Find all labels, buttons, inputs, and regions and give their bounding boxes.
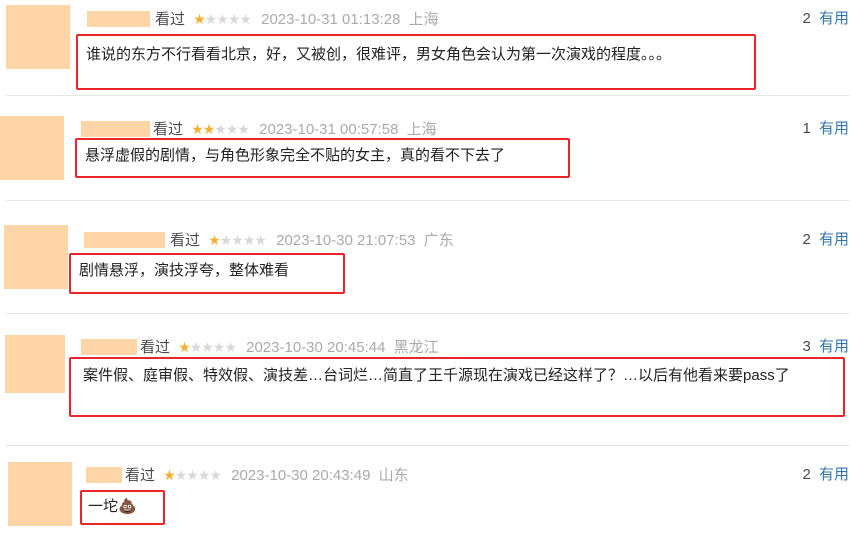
- username-mask[interactable]: [87, 11, 150, 27]
- comment-content-highlight: 谁说的东方不行看看北京，好，又被创，很难评，男女角色会认为第一次演戏的程度。。。: [76, 34, 756, 90]
- watch-status: 看过: [140, 339, 171, 356]
- comment-meta: 看过 ★★★★★ 2023-10-31 00:57:58 上海: [153, 119, 437, 140]
- useful-button[interactable]: 有用: [819, 466, 849, 483]
- comment-time: 2023-10-30 20:43:49: [231, 467, 371, 484]
- comment-location: 黑龙江: [393, 339, 439, 356]
- rating-stars: ★★★★★: [191, 121, 250, 137]
- comment-content-highlight: 一坨💩: [80, 490, 165, 525]
- comment-location: 山东: [378, 467, 409, 484]
- comment-time: 2023-10-31 00:57:58: [259, 121, 399, 138]
- comment-text: 案件假、庭审假、特效假、演技差…台词烂…简直了王千源现在演戏已经这样了？…以后有…: [83, 367, 790, 384]
- comment-item: 看过 ★★★★★ 2023-10-30 20:45:44 黑龙江 3 有用 案件…: [0, 313, 853, 446]
- username-mask[interactable]: [81, 121, 150, 137]
- rating-stars: ★★★★★: [208, 232, 267, 248]
- comment-text: 剧情悬浮，演技浮夸，整体难看: [79, 262, 290, 279]
- comment-meta: 看过 ★★★★★ 2023-10-30 20:45:44 黑龙江: [140, 337, 439, 358]
- comment-time: 2023-10-30 21:07:53: [276, 232, 416, 249]
- useful-button[interactable]: 有用: [819, 120, 849, 137]
- rating-stars: ★★★★★: [178, 339, 237, 355]
- comment-text: 谁说的东方不行看看北京，好，又被创，很难评，男女角色会认为第一次演戏的程度。。。: [86, 46, 672, 63]
- useful-button[interactable]: 有用: [819, 338, 849, 355]
- watch-status: 看过: [153, 121, 184, 138]
- useful-button[interactable]: 有用: [819, 231, 849, 248]
- useful-count: 2: [802, 466, 811, 483]
- comment-time: 2023-10-31 01:13:28: [261, 11, 401, 28]
- useful-vote: 2 有用: [802, 465, 849, 485]
- username-mask[interactable]: [84, 232, 165, 248]
- comment-time: 2023-10-30 20:45:44: [246, 339, 386, 356]
- comment-content-highlight: 悬浮虚假的剧情，与角色形象完全不贴的女主，真的看不下去了: [75, 138, 570, 178]
- username-mask[interactable]: [86, 467, 122, 483]
- avatar[interactable]: [4, 225, 68, 289]
- useful-vote: 3 有用: [802, 337, 849, 357]
- comment-location: 上海: [406, 121, 437, 138]
- comment-meta: 看过 ★★★★★ 2023-10-31 01:13:28 上海: [155, 9, 439, 30]
- useful-count: 2: [802, 231, 811, 248]
- comment-item: 看过 ★★★★★ 2023-10-31 01:13:28 上海 2 有用 谁说的…: [0, 0, 853, 96]
- comment-item: 看过 ★★★★★ 2023-10-30 21:07:53 广东 2 有用 剧情悬…: [0, 200, 853, 314]
- avatar[interactable]: [6, 5, 70, 69]
- useful-count: 2: [802, 10, 811, 27]
- comment-item: 看过 ★★★★★ 2023-10-31 00:57:58 上海 1 有用 悬浮虚…: [0, 96, 853, 201]
- useful-vote: 2 有用: [802, 9, 849, 29]
- useful-button[interactable]: 有用: [819, 10, 849, 27]
- comment-text: 一坨: [88, 498, 119, 515]
- avatar[interactable]: [8, 462, 72, 526]
- username-mask[interactable]: [81, 339, 137, 355]
- comment-content-highlight: 案件假、庭审假、特效假、演技差…台词烂…简直了王千源现在演戏已经这样了？…以后有…: [69, 357, 845, 417]
- useful-vote: 2 有用: [802, 230, 849, 250]
- rating-stars: ★★★★★: [163, 467, 222, 483]
- avatar[interactable]: [0, 116, 64, 180]
- useful-count: 1: [802, 120, 811, 137]
- watch-status: 看过: [155, 11, 186, 28]
- comment-item: 看过 ★★★★★ 2023-10-30 20:43:49 山东 2 有用 一坨💩: [0, 445, 853, 545]
- useful-vote: 1 有用: [802, 119, 849, 139]
- comment-location: 广东: [423, 232, 454, 249]
- comment-meta: 看过 ★★★★★ 2023-10-30 21:07:53 广东: [170, 230, 454, 251]
- comment-text: 悬浮虚假的剧情，与角色形象完全不贴的女主，真的看不下去了: [85, 147, 506, 164]
- comment-content-highlight: 剧情悬浮，演技浮夸，整体难看: [69, 253, 345, 294]
- watch-status: 看过: [125, 467, 156, 484]
- rating-stars: ★★★★★: [193, 11, 252, 27]
- comment-location: 上海: [408, 11, 439, 28]
- avatar[interactable]: [5, 335, 65, 393]
- watch-status: 看过: [170, 232, 201, 249]
- poop-emoji-icon: 💩: [118, 498, 137, 515]
- comment-meta: 看过 ★★★★★ 2023-10-30 20:43:49 山东: [125, 465, 409, 486]
- useful-count: 3: [802, 338, 811, 355]
